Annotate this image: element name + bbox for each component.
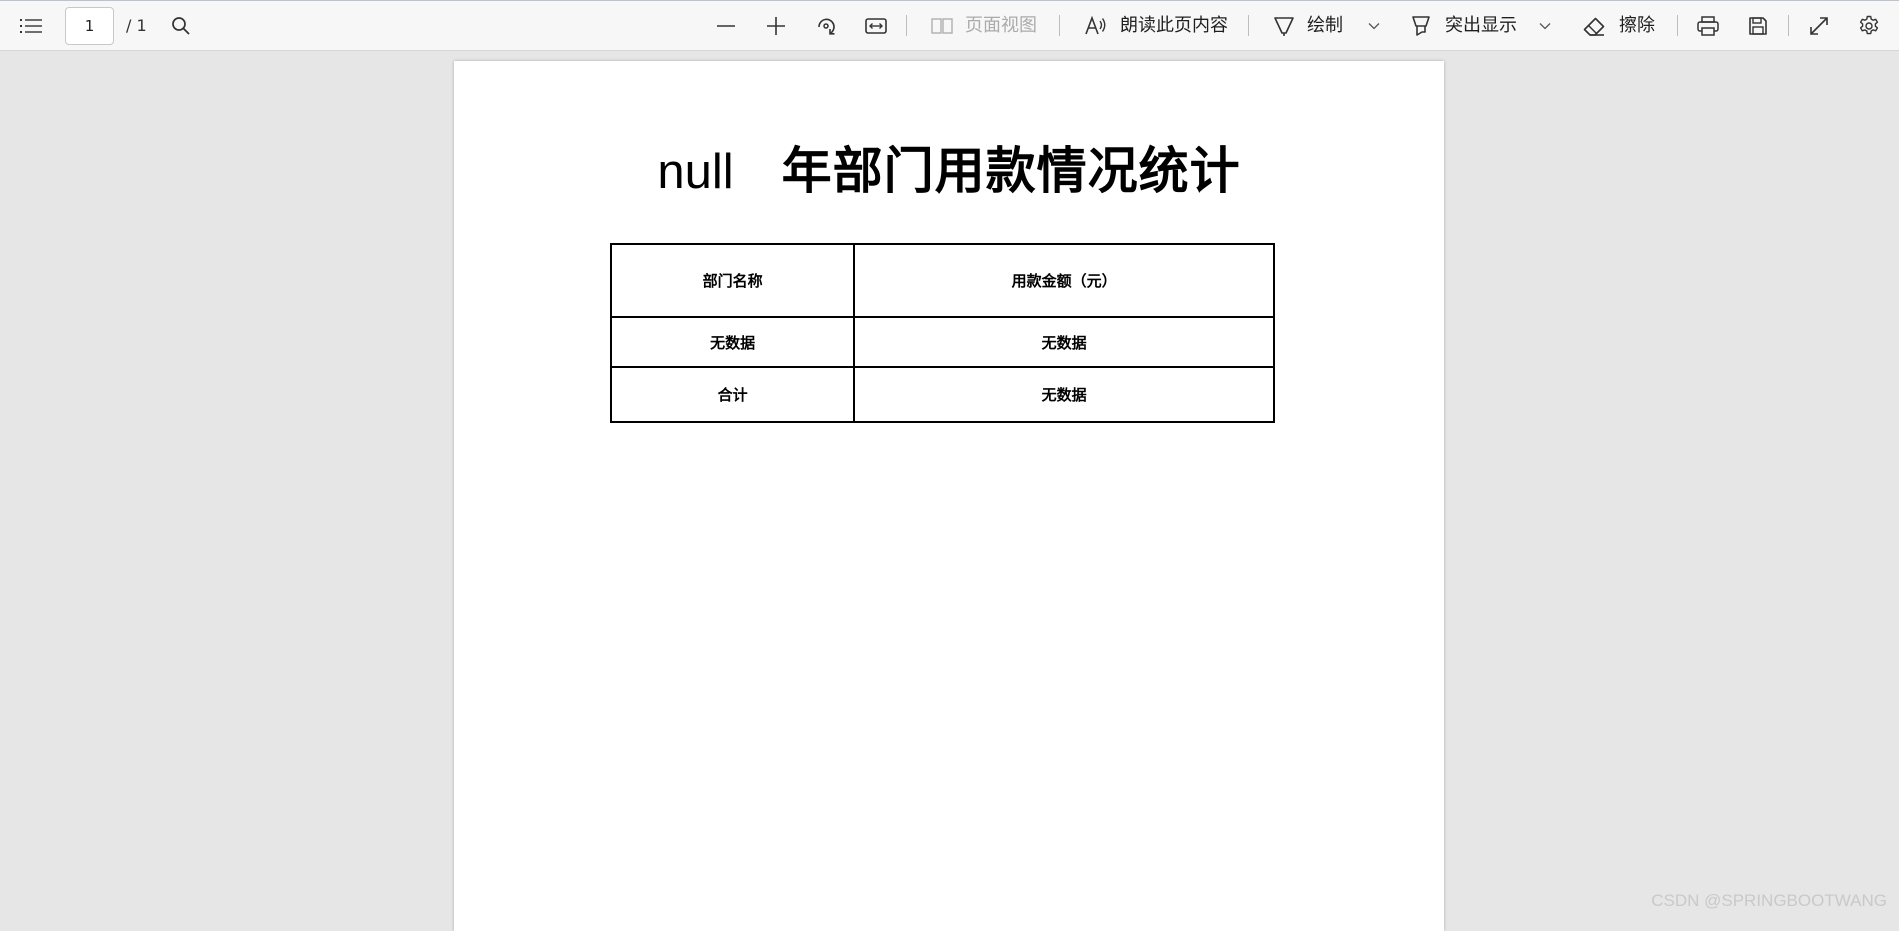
draw-button[interactable] bbox=[1272, 0, 1296, 51]
highlight-icon bbox=[1410, 15, 1432, 37]
table-row: 无数据 无数据 bbox=[609, 316, 1275, 368]
page-view-label: 页面视图 bbox=[965, 15, 1037, 36]
page-view-button bbox=[930, 0, 954, 51]
contents-icon bbox=[20, 18, 42, 34]
chevron-down-icon bbox=[1539, 22, 1551, 30]
rotate-button[interactable] bbox=[813, 0, 839, 51]
pdf-page: null 年部门用款情况统计 部门名称 用款金额（元） 无数据 无数据 合计 无数… bbox=[454, 61, 1444, 931]
draw-options-dropdown[interactable] bbox=[1366, 0, 1382, 51]
pdf-toolbar: 1 / 1 页面视图 朗读此页内容 绘制 突出显示 擦除 bbox=[0, 0, 1899, 51]
highlight-options-dropdown[interactable] bbox=[1537, 0, 1553, 51]
document-title: null 年部门用款情况统计 bbox=[454, 131, 1444, 211]
page-total-label: / 1 bbox=[126, 16, 147, 35]
draw-label[interactable]: 绘制 bbox=[1307, 0, 1343, 51]
watermark-text: CSDN @SPRINGBOOTWANG bbox=[1651, 891, 1887, 910]
read-aloud-label[interactable]: 朗读此页内容 bbox=[1120, 0, 1228, 51]
table-header-row: 部门名称 用款金额（元） bbox=[609, 243, 1275, 318]
toolbar-divider bbox=[1248, 15, 1249, 36]
erase-label[interactable]: 擦除 bbox=[1619, 0, 1655, 51]
search-button[interactable] bbox=[168, 0, 194, 51]
erase-button[interactable] bbox=[1581, 0, 1607, 51]
table-cell: 合计 bbox=[609, 366, 856, 423]
settings-button[interactable] bbox=[1856, 0, 1882, 51]
rotate-icon bbox=[815, 15, 837, 37]
read-aloud-icon bbox=[1084, 15, 1108, 36]
fullscreen-button[interactable] bbox=[1806, 0, 1832, 51]
fullscreen-icon bbox=[1809, 16, 1829, 36]
zoom-out-icon bbox=[716, 16, 736, 36]
zoom-in-button[interactable] bbox=[763, 0, 789, 51]
table-cell: 无数据 bbox=[609, 316, 856, 368]
zoom-out-button[interactable] bbox=[713, 0, 739, 51]
fit-width-button[interactable] bbox=[862, 0, 890, 51]
highlight-button[interactable] bbox=[1409, 0, 1433, 51]
header-department-name: 部门名称 bbox=[609, 243, 856, 318]
print-button[interactable] bbox=[1695, 0, 1721, 51]
header-amount: 用款金额（元） bbox=[853, 243, 1275, 318]
zoom-in-icon bbox=[766, 16, 786, 36]
page-number-input[interactable]: 1 bbox=[65, 7, 114, 45]
page-view-icon bbox=[931, 17, 953, 35]
settings-icon bbox=[1858, 15, 1880, 37]
title-text: 年部门用款情况统计 bbox=[781, 142, 1241, 200]
title-year-value: null bbox=[657, 145, 734, 199]
chevron-down-icon bbox=[1368, 22, 1380, 30]
highlight-label[interactable]: 突出显示 bbox=[1445, 0, 1517, 51]
save-icon bbox=[1748, 16, 1768, 36]
toolbar-divider bbox=[1788, 15, 1789, 36]
print-icon bbox=[1697, 15, 1719, 36]
search-icon bbox=[171, 16, 191, 36]
expense-table: 部门名称 用款金额（元） 无数据 无数据 合计 无数据 bbox=[609, 243, 1275, 423]
save-button[interactable] bbox=[1745, 0, 1771, 51]
draw-icon bbox=[1273, 15, 1295, 37]
table-cell: 无数据 bbox=[853, 366, 1275, 423]
eraser-icon bbox=[1582, 15, 1606, 37]
table-cell: 无数据 bbox=[853, 316, 1275, 368]
toolbar-divider bbox=[1059, 15, 1060, 36]
toolbar-divider bbox=[1677, 15, 1678, 36]
table-row-total: 合计 无数据 bbox=[609, 366, 1275, 423]
table-of-contents-button[interactable] bbox=[18, 0, 44, 51]
read-aloud-button[interactable] bbox=[1083, 0, 1109, 51]
toolbar-divider bbox=[906, 15, 907, 36]
fit-width-icon bbox=[865, 17, 887, 34]
